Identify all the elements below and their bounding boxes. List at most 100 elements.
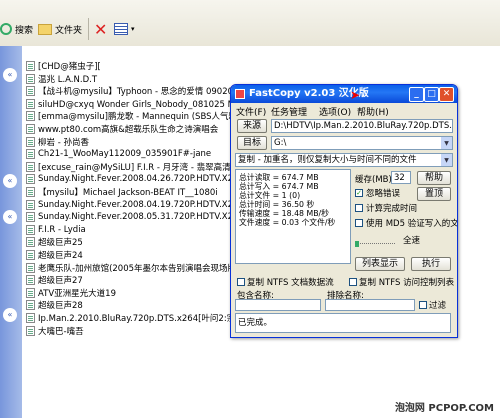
delete-icon[interactable]: ✕ bbox=[94, 20, 107, 39]
collapse-icon[interactable]: « bbox=[3, 308, 17, 322]
search-icon bbox=[0, 23, 12, 35]
file-icon bbox=[26, 275, 35, 286]
file-icon bbox=[26, 111, 35, 122]
views-icon bbox=[114, 23, 128, 35]
filter-checkbox[interactable] bbox=[419, 301, 427, 309]
file-name: Ch21-1_WooMay112009_035901F#-jane bbox=[38, 149, 212, 160]
minimize-button[interactable]: _ bbox=[409, 87, 424, 102]
stats-panel: 总计读取 = 674.7 MB 总计写入 = 674.7 MB 总计文件 = 1… bbox=[235, 169, 351, 264]
target-field[interactable]: G:\ ▼ bbox=[271, 136, 453, 150]
menu-file[interactable]: 文件(F) bbox=[236, 105, 266, 118]
target-button[interactable]: 目标 bbox=[237, 136, 267, 150]
toolbar-divider bbox=[88, 18, 89, 40]
file-row[interactable]: ATV亚洲星光大道19 bbox=[26, 287, 116, 299]
ignore-errors-checkbox[interactable]: ✓ bbox=[355, 189, 363, 197]
execute-button[interactable]: 执行 bbox=[411, 257, 451, 271]
file-row[interactable]: [excuse_rain@MySiLU] F.I.R - 月牙湾 - 翡翠高清 … bbox=[26, 161, 265, 173]
ntfs-acl-checkbox[interactable] bbox=[349, 278, 357, 286]
file-name: 柳岩 - 孙尚香 bbox=[38, 137, 89, 148]
chevron-down-icon: ▾ bbox=[131, 25, 135, 33]
watermark: 泡泡网 PCPOP.COM bbox=[394, 403, 494, 414]
source-field[interactable]: D:\HDTV\Ip.Man.2.2010.BluRay.720p.DTS.x2… bbox=[271, 119, 453, 133]
file-row[interactable]: Sunday.Night.Fever.2008.05.31.720P.HDTV.… bbox=[26, 211, 244, 223]
fastcopy-window: FastCopy v2.03 汉化版 _ □ ✕ 文件(F) 任务管理 选项(O… bbox=[230, 84, 458, 338]
file-row[interactable]: Sunday.Night.Fever.2008.04.19.720P.HDTV.… bbox=[26, 199, 244, 211]
ignore-errors-label: 忽略错误 bbox=[366, 189, 401, 199]
slider-thumb[interactable] bbox=[355, 241, 359, 247]
file-row[interactable]: [CHD@猪虫子][ bbox=[26, 60, 101, 72]
file-icon bbox=[26, 300, 35, 311]
file-icon bbox=[26, 250, 35, 260]
file-icon bbox=[26, 149, 35, 160]
menu-tasks[interactable]: 任务管理 bbox=[271, 105, 307, 118]
file-row[interactable]: F.I.R - Lydia bbox=[26, 224, 86, 236]
menu-help[interactable]: 帮助(H) bbox=[357, 105, 389, 118]
file-name: 超级巨声25 bbox=[38, 238, 83, 249]
collapse-icon[interactable]: « bbox=[3, 68, 17, 82]
file-row[interactable]: 超级巨声27 bbox=[26, 274, 83, 286]
ntfs-acl-label: 复制 NTFS 访问控制列表 bbox=[359, 278, 455, 288]
app-icon bbox=[235, 89, 245, 99]
file-row[interactable]: 大嘴巴-嘴吾 bbox=[26, 325, 84, 337]
folder-icon bbox=[38, 23, 52, 35]
copy-mode-value: 复制 - 加重名，则仅复制大小与时间不同的文件 bbox=[238, 155, 417, 165]
collapse-icon[interactable]: « bbox=[3, 210, 17, 224]
buffer-input[interactable]: 32 bbox=[391, 171, 411, 184]
file-name: ATV亚洲星光大道19 bbox=[38, 288, 116, 299]
file-icon bbox=[26, 124, 35, 134]
file-row[interactable]: www.pt80.com高旗&超载乐队生命之诗演唱会 bbox=[26, 123, 218, 135]
file-row[interactable]: Ch21-1_WooMay112009_035901F#-jane bbox=[26, 148, 211, 160]
buffer-label: 缓存(MB): bbox=[355, 175, 395, 185]
ntfs-stream-checkbox[interactable] bbox=[237, 278, 245, 286]
search-label: 搜索 bbox=[15, 25, 34, 36]
file-icon bbox=[26, 86, 35, 97]
compute-time-checkbox[interactable] bbox=[355, 204, 363, 212]
chevron-down-icon[interactable]: ▼ bbox=[441, 154, 452, 166]
file-name: [CHD@猪虫子][ bbox=[38, 62, 101, 72]
file-icon bbox=[26, 98, 35, 109]
top-button[interactable]: 置顶 bbox=[417, 187, 451, 201]
file-row[interactable]: Sunday.Night.Fever.2008.04.26.720P.HDTV.… bbox=[26, 173, 244, 185]
views-button[interactable]: ▾ bbox=[114, 20, 135, 38]
speed-slider[interactable] bbox=[355, 235, 395, 247]
exclude-field[interactable] bbox=[325, 299, 415, 311]
file-row[interactable]: 温兆 L.A.N.D.T bbox=[26, 73, 97, 85]
file-icon bbox=[26, 224, 35, 235]
file-row[interactable]: Ip.Man.2.2010.BluRay.720p.DTS.x264[叶问2:宗… bbox=[26, 312, 264, 324]
file-row[interactable]: 超级巨声28 bbox=[26, 299, 83, 311]
file-row[interactable]: 【mysilu】Michael Jackson-BEAT IT__1080i bbox=[26, 186, 218, 198]
file-row[interactable]: 超级巨声25 bbox=[26, 236, 83, 248]
close-button[interactable]: ✕ bbox=[439, 87, 454, 102]
file-icon bbox=[26, 262, 35, 273]
include-field[interactable] bbox=[235, 299, 321, 311]
file-name: 温兆 L.A.N.D.T bbox=[38, 74, 98, 85]
list-view-button[interactable]: 列表显示 bbox=[355, 257, 405, 271]
maximize-button[interactable]: □ bbox=[424, 87, 439, 102]
file-name: 大嘴巴-嘴吾 bbox=[38, 326, 84, 337]
file-row[interactable]: 老鹰乐队-加州旅馆(2005年墨尔本告别演唱会现场版)加 bbox=[26, 262, 248, 274]
source-button[interactable]: 来源 bbox=[237, 119, 267, 133]
file-icon bbox=[26, 61, 35, 71]
task-pane: « « « « bbox=[0, 46, 22, 418]
file-name: Sunday.Night.Fever.2008.04.19.720P.HDTV.… bbox=[38, 199, 244, 210]
folders-button[interactable]: 文件夹 bbox=[38, 20, 82, 38]
file-name: Sunday.Night.Fever.2008.04.26.720P.HDTV.… bbox=[38, 174, 244, 185]
collapse-icon[interactable]: « bbox=[3, 174, 17, 188]
md5-checkbox[interactable] bbox=[355, 219, 363, 227]
file-icon bbox=[26, 161, 35, 172]
file-name: 老鹰乐队-加州旅馆(2005年墨尔本告别演唱会现场版)加 bbox=[38, 263, 248, 274]
search-button[interactable]: 搜索 bbox=[0, 20, 33, 38]
file-row[interactable]: 柳岩 - 孙尚香 bbox=[26, 136, 89, 148]
file-icon bbox=[26, 237, 35, 248]
file-icon bbox=[26, 73, 35, 84]
md5-label: 使用 MD5 验证写入的文件 bbox=[366, 219, 458, 229]
chevron-down-icon[interactable]: ▼ bbox=[441, 137, 452, 149]
compute-time-label: 计算完成时间 bbox=[366, 204, 418, 214]
status-box: 已完成。 bbox=[235, 313, 451, 333]
menu-options[interactable]: 选项(O) bbox=[319, 105, 351, 118]
file-row[interactable]: 超级巨声24 bbox=[26, 249, 83, 261]
filter-label: 过滤 bbox=[429, 301, 447, 311]
help-button[interactable]: 帮助 bbox=[417, 171, 451, 185]
title-bar[interactable]: FastCopy v2.03 汉化版 _ □ ✕ bbox=[231, 85, 457, 103]
copy-mode-select[interactable]: 复制 - 加重名，则仅复制大小与时间不同的文件 ▼ bbox=[235, 153, 453, 167]
